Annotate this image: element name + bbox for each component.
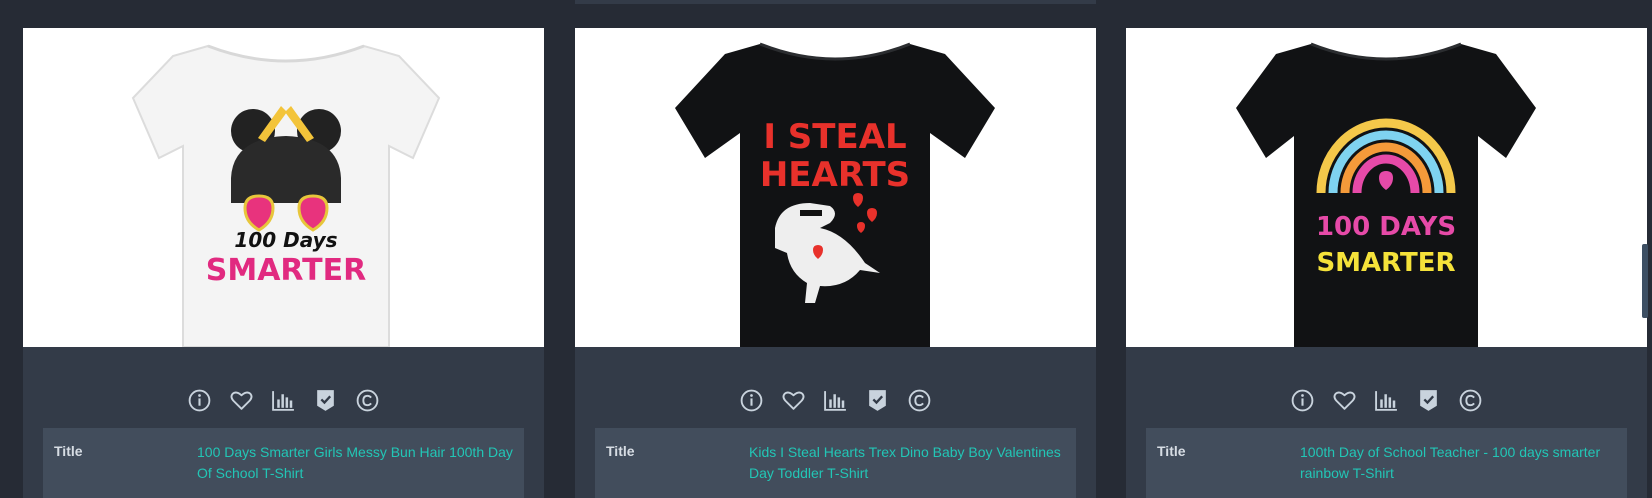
product-card: 100 Days SMARTER Title 100 Days Smarter … [23,28,544,498]
bar-chart-icon[interactable] [269,385,299,415]
print-text-line1: 100 Days [234,228,337,252]
shield-check-icon[interactable] [863,385,893,415]
info-icon[interactable] [737,385,767,415]
bar-chart-icon[interactable] [821,385,851,415]
copyright-icon[interactable] [1456,385,1486,415]
copyright-icon[interactable] [905,385,935,415]
title-label: Title [54,443,83,459]
product-card: 100 DAYS SMARTER Title 100th Day of Scho… [1126,28,1647,498]
copyright-icon[interactable] [353,385,383,415]
product-title-link[interactable]: 100 Days Smarter Girls Messy Bun Hair 10… [197,442,515,484]
shield-check-icon[interactable] [311,385,341,415]
print-text-line1: 100 DAYS [1316,212,1456,242]
product-actions [23,385,544,415]
product-info-table: Title 100th Day of School Teacher - 100 … [1146,428,1627,498]
bar-chart-icon[interactable] [1372,385,1402,415]
heart-icon[interactable] [779,385,809,415]
product-image[interactable]: 100 Days SMARTER [23,28,544,347]
print-text-line2: HEARTS [760,155,910,195]
print-text-line1: I STEAL [763,117,906,157]
product-image[interactable]: 100 DAYS SMARTER [1126,28,1647,347]
product-title-link[interactable]: 100th Day of School Teacher - 100 days s… [1300,442,1618,484]
heart-icon[interactable] [1330,385,1360,415]
product-title-link[interactable]: Kids I Steal Hearts Trex Dino Baby Boy V… [749,442,1067,484]
info-icon[interactable] [1288,385,1318,415]
product-actions [1126,385,1647,415]
product-actions [575,385,1096,415]
product-image[interactable]: I STEAL HEARTS [575,28,1096,347]
print-text-line2: SMARTER [1316,248,1455,278]
title-label: Title [606,443,635,459]
product-info-table: Title Kids I Steal Hearts Trex Dino Baby… [595,428,1076,498]
product-card: I STEAL HEARTS Title Kids I Steal Hearts… [575,28,1096,498]
scrollbar-thumb[interactable] [1642,244,1648,318]
shield-check-icon[interactable] [1414,385,1444,415]
title-label: Title [1157,443,1186,459]
heart-icon[interactable] [227,385,257,415]
print-text-line2: SMARTER [206,253,367,288]
previous-row-edge [575,0,1096,4]
info-icon[interactable] [185,385,215,415]
product-info-table: Title 100 Days Smarter Girls Messy Bun H… [43,428,524,498]
